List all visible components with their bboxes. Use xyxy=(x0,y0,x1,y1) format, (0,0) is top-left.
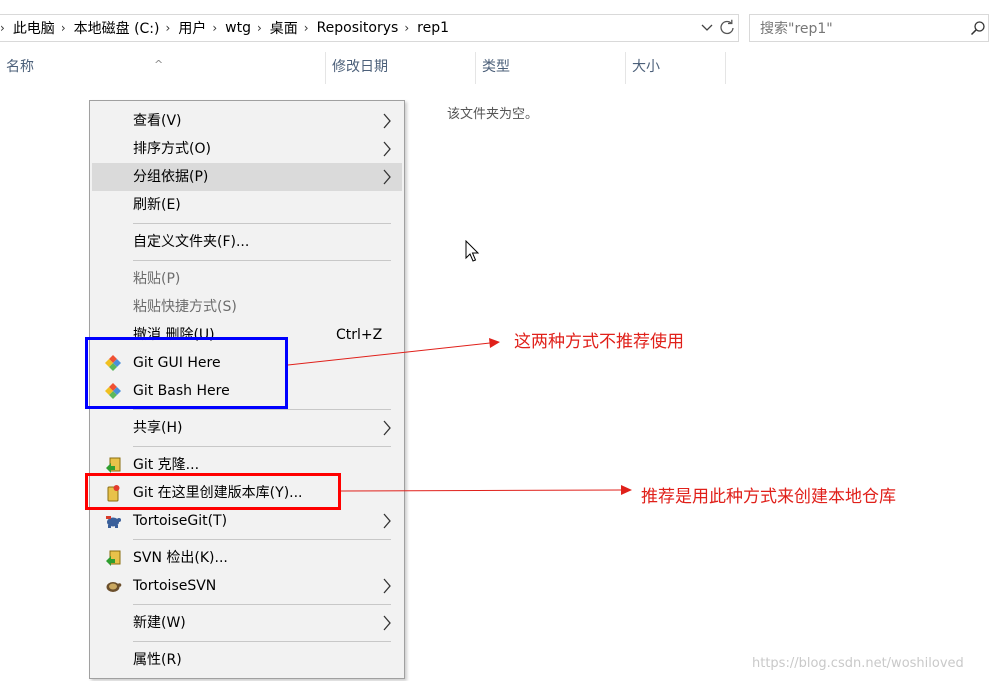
breadcrumb-label: 用户 xyxy=(178,21,207,37)
breadcrumb-label: Repositorys xyxy=(316,20,399,36)
submenu-arrow-icon xyxy=(383,615,391,631)
column-date-label: 修改日期 xyxy=(332,59,388,75)
annotation-red-box xyxy=(85,473,341,510)
refresh-icon[interactable] xyxy=(718,18,736,36)
breadcrumb-label: rep1 xyxy=(417,20,449,36)
menu-item-properties[interactable]: 属性(R) xyxy=(92,646,402,674)
chevron-right-icon: › xyxy=(165,21,171,35)
menu-item-paste: 粘贴(P) xyxy=(92,265,402,293)
menu-item-label: 共享(H) xyxy=(133,420,183,436)
tortoisesvn-icon xyxy=(106,582,122,592)
address-bar[interactable]: › 此电脑 › 本地磁盘 (C:) › 用户 › wtg › 桌面 › Repo… xyxy=(0,14,739,42)
sort-caret-icon: ^ xyxy=(154,58,164,71)
menu-item-label: 刷新(E) xyxy=(133,197,181,213)
tortoisegit-clone-icon xyxy=(106,457,121,473)
menu-item-tortoisesvn[interactable]: TortoiseSVN xyxy=(92,572,402,600)
mouse-cursor-icon xyxy=(465,240,480,262)
breadcrumb-label: 本地磁盘 (C:) xyxy=(73,21,160,37)
menu-item-new[interactable]: 新建(W) xyxy=(92,609,402,637)
breadcrumb-users[interactable]: › 用户 xyxy=(160,18,207,38)
menu-item-share[interactable]: 共享(H) xyxy=(92,414,402,442)
column-size-label: 大小 xyxy=(632,59,660,75)
submenu-arrow-icon xyxy=(383,169,391,185)
menu-item-label: SVN 检出(K)... xyxy=(133,550,228,566)
tortoisegit-icon xyxy=(106,516,121,528)
breadcrumb-this-pc[interactable]: › 此电脑 xyxy=(0,18,55,38)
chevron-right-icon: › xyxy=(256,21,262,35)
menu-item-label: TortoiseSVN xyxy=(133,578,217,594)
column-name-label: 名称 xyxy=(6,59,34,75)
chevron-right-icon: › xyxy=(0,21,5,35)
annotation-blue-box xyxy=(85,337,288,409)
menu-item-label: 粘贴快捷方式(S) xyxy=(133,299,237,315)
menu-item-customize-folder[interactable]: 自定义文件夹(F)... xyxy=(92,228,402,256)
menu-item-label: 新建(W) xyxy=(133,615,186,631)
menu-separator xyxy=(133,539,391,540)
annotation-not-recommended: 这两种方式不推荐使用 xyxy=(514,332,684,352)
menu-item-paste-shortcut: 粘贴快捷方式(S) xyxy=(92,293,402,321)
menu-item-label: 自定义文件夹(F)... xyxy=(133,234,250,250)
annotation-recommended: 推荐是用此种方式来创建本地仓库 xyxy=(641,487,896,507)
column-size[interactable]: 大小 xyxy=(626,50,726,84)
menu-item-label: 排序方式(O) xyxy=(133,141,211,157)
svn-checkout-icon xyxy=(106,550,121,566)
menu-item-group-by[interactable]: 分组依据(P) xyxy=(92,163,402,191)
menu-separator xyxy=(133,260,391,261)
submenu-arrow-icon xyxy=(383,141,391,157)
breadcrumb-user[interactable]: › wtg xyxy=(206,20,251,36)
column-type[interactable]: 类型 xyxy=(476,50,626,84)
breadcrumb-desktop[interactable]: › 桌面 xyxy=(251,18,298,38)
menu-item-sort-by[interactable]: 排序方式(O) xyxy=(92,135,402,163)
menu-item-label: 查看(V) xyxy=(133,113,182,129)
search-placeholder: 搜索"rep1" xyxy=(760,21,833,37)
empty-folder-message: 该文件夹为空。 xyxy=(447,107,539,122)
menu-item-label: 属性(R) xyxy=(133,652,182,668)
search-icon[interactable] xyxy=(970,20,986,36)
breadcrumb-rep1[interactable]: › rep1 xyxy=(398,20,449,36)
column-name[interactable]: 名称 ^ xyxy=(0,50,326,84)
search-input[interactable]: 搜索"rep1" xyxy=(749,14,989,42)
menu-separator xyxy=(133,446,391,447)
submenu-arrow-icon xyxy=(383,420,391,436)
menu-separator xyxy=(133,409,391,410)
menu-item-label: 粘贴(P) xyxy=(133,271,181,287)
breadcrumb-local-disk[interactable]: › 本地磁盘 (C:) xyxy=(55,18,160,38)
chevron-right-icon: › xyxy=(404,21,410,35)
menu-item-svn-checkout[interactable]: SVN 检出(K)... xyxy=(92,544,402,572)
menu-item-shortcut: Ctrl+Z xyxy=(336,327,383,343)
column-date[interactable]: 修改日期 xyxy=(326,50,476,84)
menu-separator xyxy=(133,604,391,605)
watermark: https://blog.csdn.net/woshiloved xyxy=(752,656,964,671)
submenu-arrow-icon xyxy=(383,578,391,594)
breadcrumb-label: wtg xyxy=(225,20,251,36)
chevron-right-icon: › xyxy=(60,21,66,35)
chevron-right-icon: › xyxy=(212,21,218,35)
breadcrumb-label: 此电脑 xyxy=(12,21,55,37)
menu-separator xyxy=(133,223,391,224)
menu-item-label: TortoiseGit(T) xyxy=(133,513,228,529)
menu-item-tortoisegit[interactable]: TortoiseGit(T) xyxy=(92,507,402,535)
column-type-label: 类型 xyxy=(482,59,510,75)
menu-item-refresh[interactable]: 刷新(E) xyxy=(92,191,402,219)
menu-item-label: 分组依据(P) xyxy=(133,169,209,185)
chevron-right-icon: › xyxy=(303,21,309,35)
column-header: 名称 ^ 修改日期 类型 大小 xyxy=(0,50,989,84)
breadcrumb-label: 桌面 xyxy=(269,21,298,37)
chevron-down-icon[interactable] xyxy=(700,20,714,34)
menu-item-view[interactable]: 查看(V) xyxy=(92,107,402,135)
submenu-arrow-icon xyxy=(383,113,391,129)
menu-separator xyxy=(133,641,391,642)
submenu-arrow-icon xyxy=(383,513,391,529)
breadcrumb-repositorys[interactable]: › Repositorys xyxy=(298,20,399,36)
